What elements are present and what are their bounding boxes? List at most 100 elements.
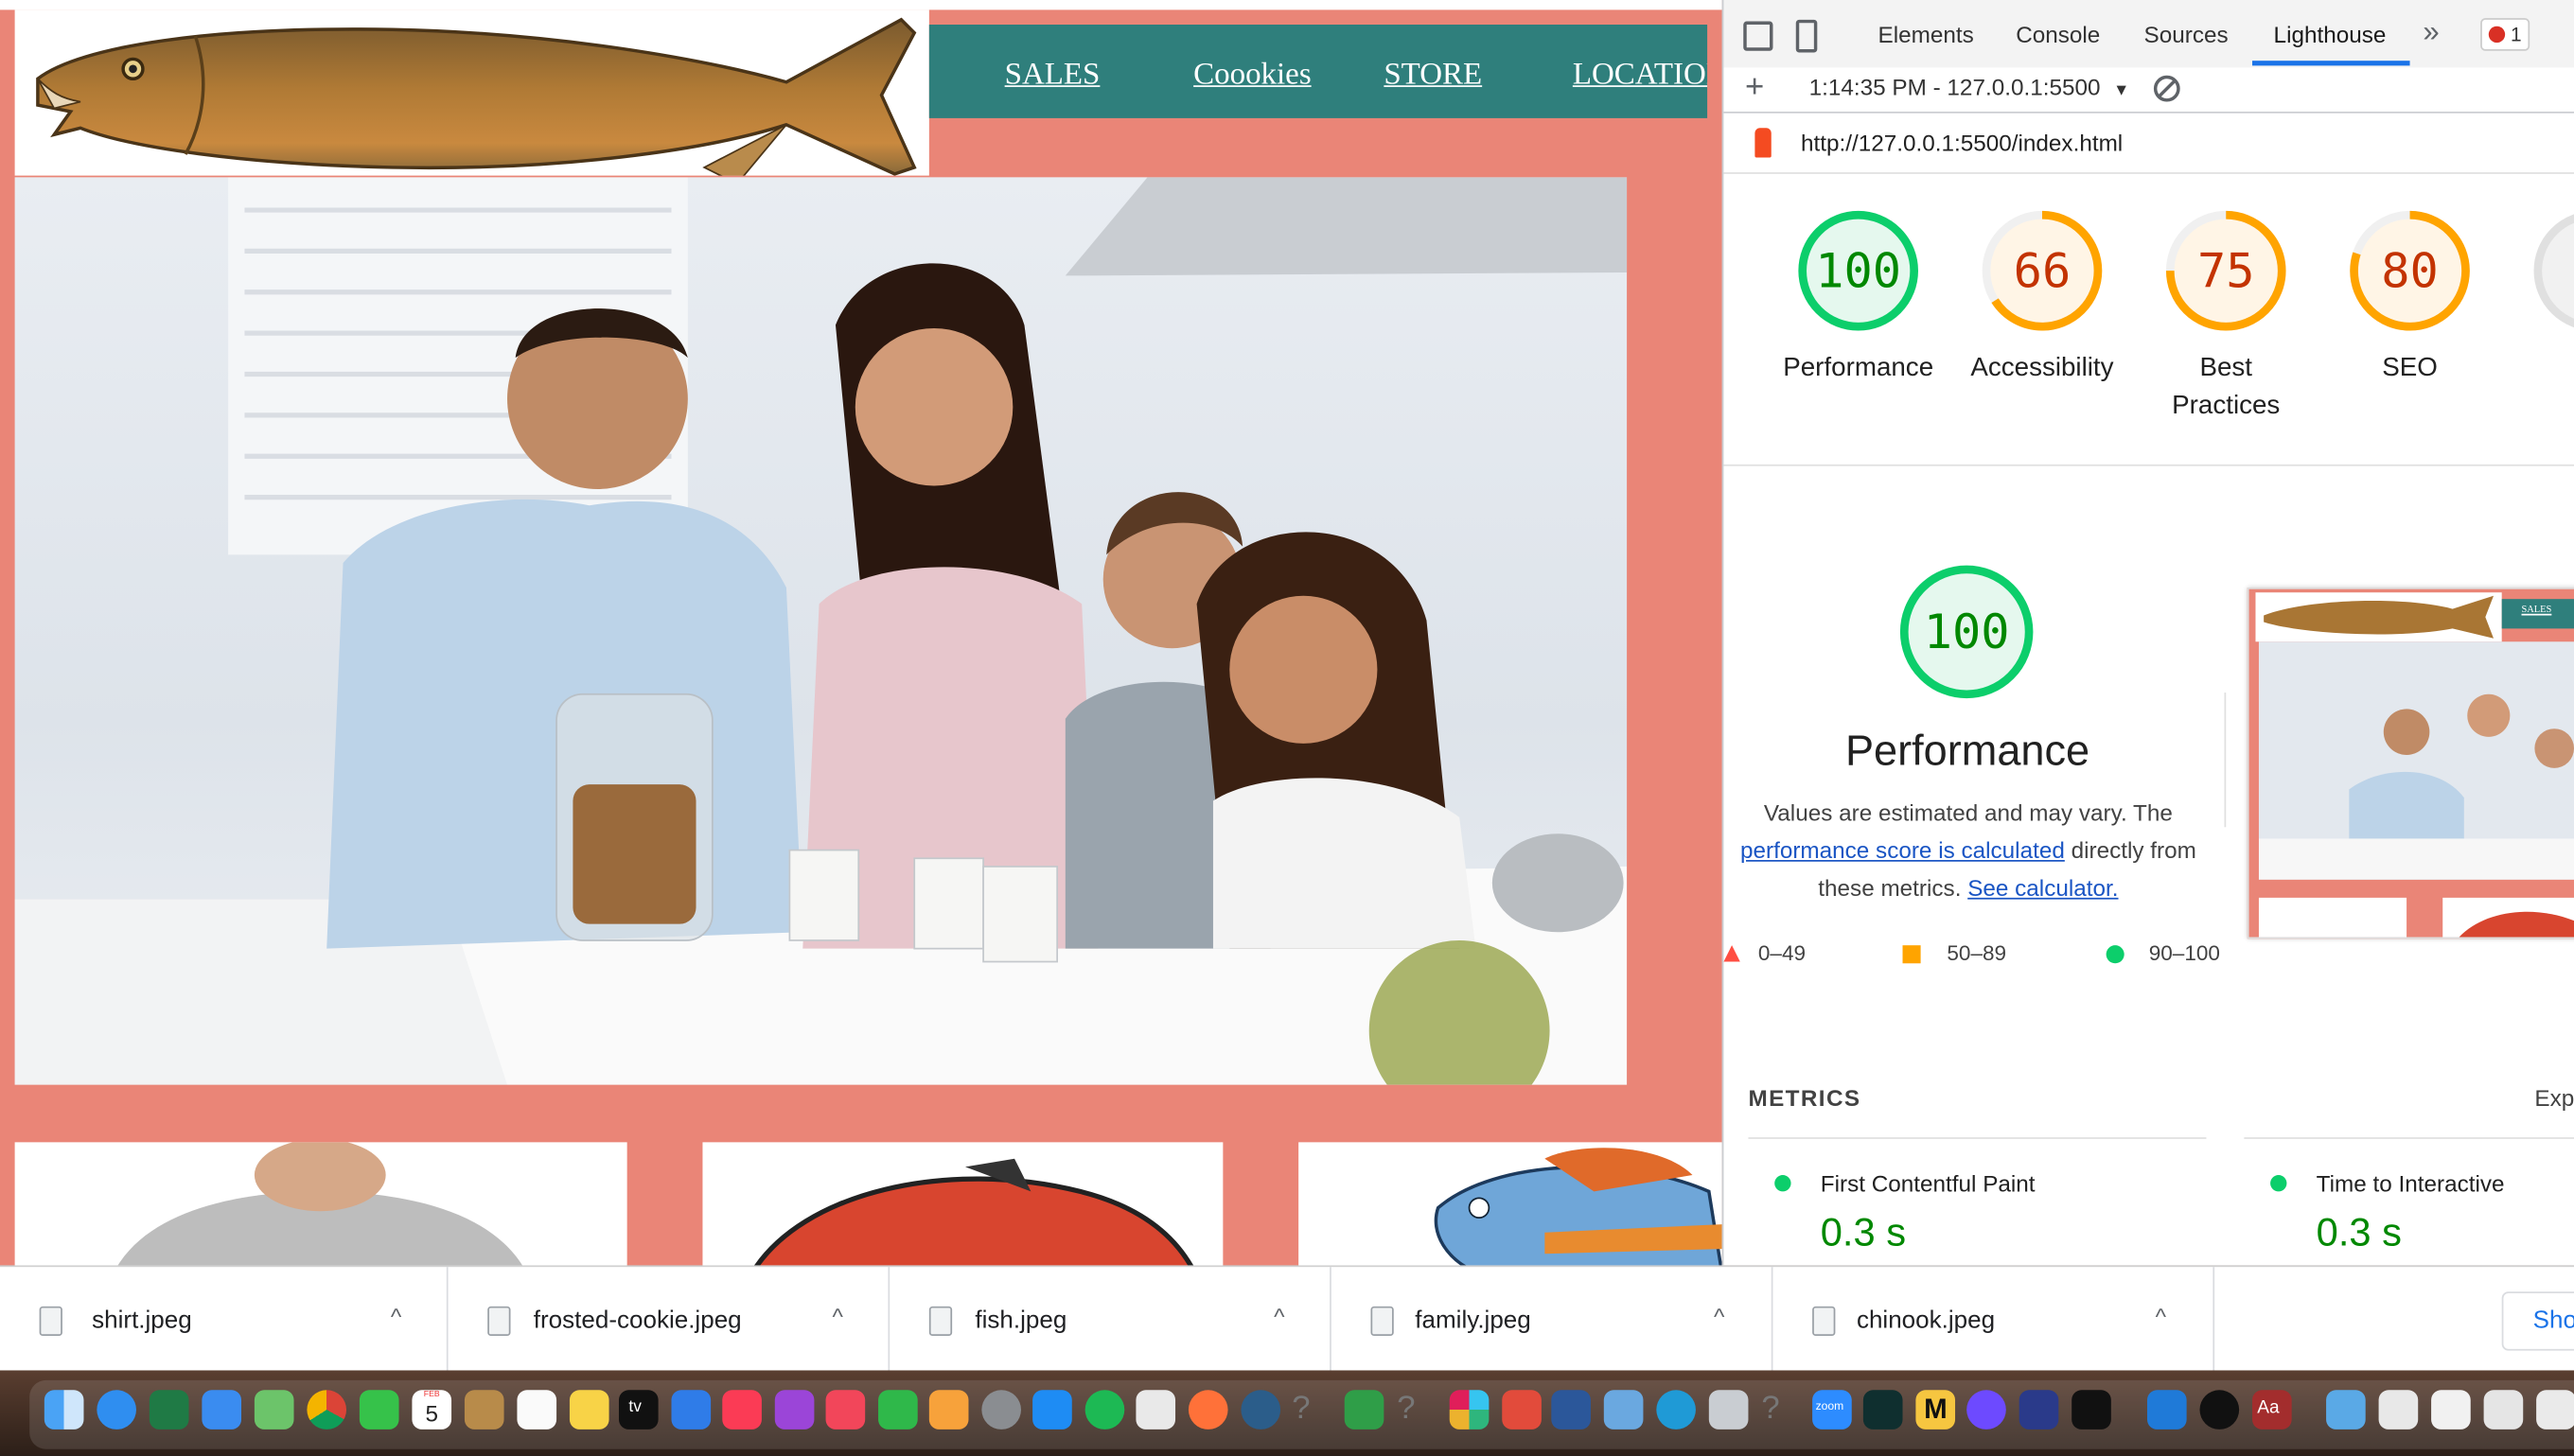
podcasts-icon[interactable] xyxy=(774,1390,815,1430)
terminal-icon[interactable] xyxy=(2072,1390,2111,1430)
family-hero-image xyxy=(14,177,1628,1085)
nav-location[interactable]: LOCATION xyxy=(1573,58,1707,94)
see-calculator-link[interactable]: See calculator. xyxy=(1967,875,2118,902)
edge-icon[interactable] xyxy=(1656,1390,1696,1430)
tab-elements[interactable]: Elements xyxy=(1878,22,1973,48)
reminders-icon[interactable] xyxy=(517,1390,557,1430)
m-icon[interactable]: M xyxy=(1915,1390,1956,1430)
proton-icon[interactable] xyxy=(1966,1390,2006,1430)
performance-title: Performance xyxy=(1844,725,2090,775)
excel-icon[interactable] xyxy=(149,1390,189,1430)
tab-console[interactable]: Console xyxy=(2016,22,2100,48)
metrics-divider-right xyxy=(2244,1137,2574,1139)
pages-icon[interactable] xyxy=(928,1390,969,1430)
appletv-label: tv xyxy=(628,1397,642,1417)
calendar-day: 5 xyxy=(425,1399,438,1427)
error-badge[interactable]: 1 xyxy=(2480,18,2530,51)
report-selector[interactable]: 1:14:35 PM - 127.0.0.1:5500 ▼ xyxy=(1809,74,2130,100)
notes-icon[interactable] xyxy=(569,1390,609,1430)
game-icon[interactable] xyxy=(2019,1390,2059,1430)
gauge-pwa[interactable] xyxy=(2531,208,2574,333)
archive-icon[interactable] xyxy=(464,1390,504,1430)
gamecontroller-icon[interactable] xyxy=(1502,1390,1542,1430)
inspect-element-icon[interactable] xyxy=(1743,21,1773,51)
slack-icon[interactable] xyxy=(1449,1390,1490,1430)
download-item[interactable]: family.jpeg ^ xyxy=(1331,1267,1773,1373)
audio-icon[interactable] xyxy=(1862,1390,1903,1430)
safari-icon[interactable] xyxy=(97,1390,136,1430)
download-item[interactable]: frosted-cookie.jpeg ^ xyxy=(449,1267,890,1373)
printer-icon[interactable] xyxy=(1708,1390,1749,1430)
nav-cookies[interactable]: Coookies xyxy=(1193,58,1312,94)
calendar-icon[interactable]: FEB 5 xyxy=(412,1390,452,1430)
device-toolbar-icon[interactable] xyxy=(1795,19,1818,53)
perf-desc-text-2: directly from xyxy=(2071,836,2196,864)
folder-icon[interactable] xyxy=(2326,1390,2366,1430)
page-top-border xyxy=(0,0,1722,10)
file-icon xyxy=(39,1306,62,1337)
nav-store[interactable]: STORE xyxy=(1384,58,1482,94)
chevron-up-icon[interactable]: ^ xyxy=(2156,1303,2166,1329)
download-item[interactable]: chinook.jpeg ^ xyxy=(1772,1267,2215,1373)
word-icon[interactable] xyxy=(1551,1390,1591,1430)
download-item[interactable]: shirt.jpeg ^ xyxy=(0,1267,449,1373)
gauge-best-practices[interactable]: 75 xyxy=(2163,208,2288,333)
expand-view-toggle[interactable]: Exp xyxy=(2534,1085,2574,1112)
chevron-up-icon[interactable]: ^ xyxy=(832,1303,842,1329)
legend-average: 50–89 xyxy=(1947,939,2007,966)
metric-fcp-value: 0.3 s xyxy=(1820,1211,1907,1256)
frosted-cookie-thumbnail xyxy=(702,1142,1224,1266)
firefox-icon[interactable] xyxy=(1188,1390,1228,1430)
tab-lighthouse[interactable]: Lighthouse xyxy=(2274,22,2387,48)
chevron-up-icon[interactable]: ^ xyxy=(1274,1303,1284,1329)
zoom-icon[interactable]: zoom xyxy=(1812,1390,1852,1430)
gauge-seo[interactable]: 80 xyxy=(2348,208,2473,333)
files4-icon[interactable] xyxy=(2536,1390,2574,1430)
final-screenshot-preview[interactable]: SALES xyxy=(2247,588,2574,939)
dock: FEB 5 tv ? ? ? zoom M Aa xyxy=(0,1370,2574,1456)
spotify-icon[interactable] xyxy=(1084,1390,1125,1430)
chrome-icon[interactable] xyxy=(307,1390,347,1430)
facetime-icon[interactable] xyxy=(359,1390,399,1430)
files3-icon[interactable] xyxy=(2483,1390,2524,1430)
plugin-icon[interactable] xyxy=(2199,1390,2240,1430)
lock-icon[interactable] xyxy=(1344,1390,1384,1430)
site-nav: SALES Coookies STORE LOCATION xyxy=(928,25,1708,118)
report-url[interactable]: http://127.0.0.1:5500/index.html xyxy=(1801,130,2123,156)
unknown-icon[interactable]: ? xyxy=(1761,1390,1801,1430)
files-icon[interactable] xyxy=(2378,1390,2419,1430)
dictionary-icon[interactable]: Aa xyxy=(2252,1390,2292,1430)
keynote-icon[interactable] xyxy=(671,1390,712,1430)
score-calculated-link[interactable]: performance score is calculated xyxy=(1740,837,2065,864)
preview-icon[interactable] xyxy=(1603,1390,1644,1430)
chevron-up-icon[interactable]: ^ xyxy=(391,1303,401,1329)
settings-icon[interactable] xyxy=(981,1390,1021,1430)
show-all-button[interactable]: Sho xyxy=(2501,1291,2574,1351)
music-icon[interactable] xyxy=(722,1390,762,1430)
gauge-accessibility[interactable]: 66 xyxy=(1980,208,2105,333)
mail-icon[interactable] xyxy=(202,1390,242,1430)
screensaver-icon[interactable] xyxy=(1241,1390,1281,1430)
nav-sales[interactable]: SALES xyxy=(1005,58,1101,94)
numbers-icon[interactable] xyxy=(878,1390,918,1430)
news-icon[interactable] xyxy=(825,1390,866,1430)
appletv-icon[interactable]: tv xyxy=(618,1390,659,1430)
gauge-performance[interactable]: 100 xyxy=(1796,208,1921,333)
vscode-icon[interactable] xyxy=(2146,1390,2187,1430)
clear-icon[interactable] xyxy=(2153,75,2180,102)
appstore-icon[interactable] xyxy=(1032,1390,1072,1430)
new-report-icon[interactable]: + xyxy=(1745,69,1764,107)
files2-icon[interactable] xyxy=(2431,1390,2471,1430)
finder-icon[interactable] xyxy=(44,1390,84,1430)
unknown-icon[interactable]: ? xyxy=(1292,1390,1331,1430)
unknown-icon[interactable]: ? xyxy=(1397,1390,1437,1430)
gauge-score-performance: 100 xyxy=(1815,242,1902,299)
launchpad-icon[interactable] xyxy=(1136,1390,1176,1430)
metric-tti-name: Time to Interactive xyxy=(2316,1169,2505,1197)
more-tabs-icon[interactable]: » xyxy=(2423,15,2439,49)
tab-sources[interactable]: Sources xyxy=(2144,22,2229,48)
gauge-score-seo: 80 xyxy=(2381,242,2439,299)
maps-icon[interactable] xyxy=(254,1390,294,1430)
chevron-up-icon[interactable]: ^ xyxy=(1714,1303,1724,1329)
download-item[interactable]: fish.jpeg ^ xyxy=(890,1267,1331,1373)
